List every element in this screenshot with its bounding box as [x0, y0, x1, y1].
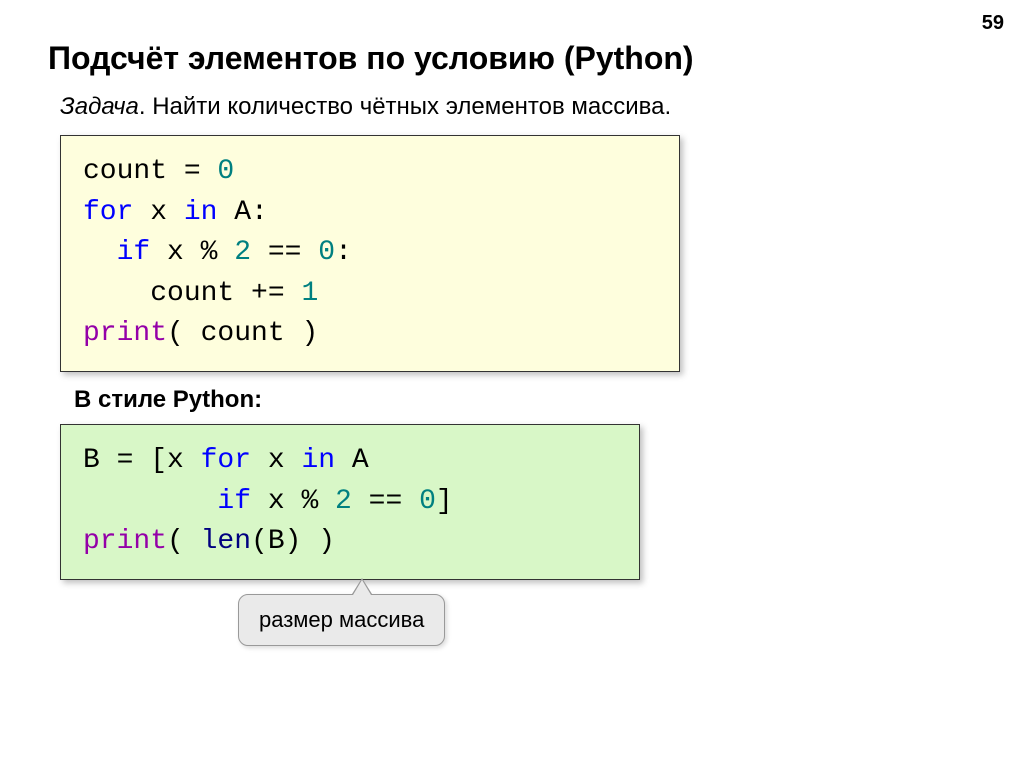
code-text: ] — [436, 486, 453, 517]
code-text: x % — [251, 486, 335, 517]
task-text: . Найти количество чётных элементов масс… — [139, 93, 671, 120]
code-keyword: print — [83, 318, 167, 349]
code-number: 0 — [318, 237, 335, 268]
code-keyword: for — [201, 445, 251, 476]
code-number: 0 — [419, 486, 436, 517]
page-number: 59 — [982, 12, 1004, 35]
code-keyword: if — [217, 486, 251, 517]
code-number: 2 — [234, 237, 251, 268]
subheading: В стиле Python: — [74, 386, 976, 414]
code-text: ( — [167, 526, 201, 557]
code-keyword: in — [184, 197, 218, 228]
code-text: x % — [150, 237, 234, 268]
code-number: 2 — [335, 486, 352, 517]
callout-text: размер массива — [259, 607, 424, 632]
code-keyword: print — [83, 526, 167, 557]
task-description: Задача. Найти количество чётных элементо… — [60, 93, 976, 121]
code-keyword: in — [301, 445, 335, 476]
code-builtin: len — [201, 526, 251, 557]
code-text: == — [251, 237, 318, 268]
code-indent — [83, 486, 217, 517]
code-text: A — [335, 445, 369, 476]
code-block-main: count = 0 for x in A: if x % 2 == 0: cou… — [60, 135, 680, 372]
code-text: : — [335, 237, 352, 268]
slide-title: Подсчёт элементов по условию (Python) — [48, 40, 976, 77]
code-text: x — [133, 197, 183, 228]
code-keyword: for — [83, 197, 133, 228]
code-text: x — [251, 445, 301, 476]
callout-container: размер массива — [238, 594, 976, 646]
code-text: (B) ) — [251, 526, 335, 557]
code-text: A: — [217, 197, 267, 228]
callout-box: размер массива — [238, 594, 445, 646]
code-number: 1 — [301, 278, 318, 309]
code-indent — [83, 237, 117, 268]
code-text: == — [352, 486, 419, 517]
code-text: B = [x — [83, 445, 201, 476]
callout-tail — [353, 580, 371, 595]
code-number: 0 — [217, 156, 234, 187]
code-text: count += — [83, 278, 301, 309]
code-text: count = — [83, 156, 217, 187]
code-text: ( count ) — [167, 318, 318, 349]
code-block-pythonic: B = [x for x in A if x % 2 == 0] print( … — [60, 424, 640, 580]
task-label: Задача — [60, 93, 139, 120]
code-keyword: if — [117, 237, 151, 268]
